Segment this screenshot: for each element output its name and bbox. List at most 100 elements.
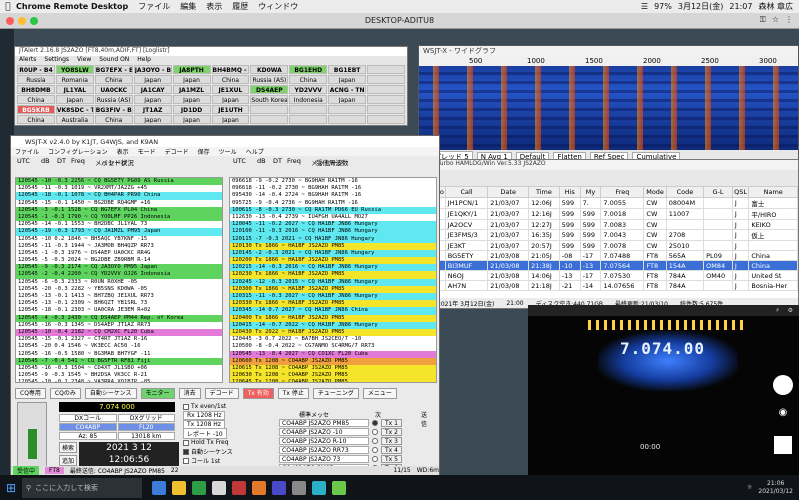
wsjtx-main-window[interactable]: WSJT-X v2.4.0 by K1JT, G4WJS, and K9AN フ… bbox=[10, 135, 440, 475]
log-row[interactable]: 8N6OJ21/03/0814:06J-13-177.07530FT8784AO… bbox=[433, 270, 798, 281]
tx-next-radio[interactable] bbox=[372, 428, 378, 435]
tx-even-option[interactable]: Tx even/1st bbox=[183, 402, 263, 411]
report-option[interactable]: レポート -10 bbox=[183, 428, 263, 439]
decode-line[interactable]: 120545 -2 -0.4 2200 ~ CQ YD2VVV OJ26 Ind… bbox=[16, 271, 222, 279]
wsjtx-menu-item[interactable]: デコード bbox=[165, 147, 189, 156]
decode-line[interactable]: 120545 -10 0.2 1846 ~ BH5AQC YB7KNF -15 bbox=[16, 236, 222, 243]
minimize-window-button[interactable] bbox=[18, 17, 26, 25]
wifi-icon[interactable]: ☰ bbox=[641, 2, 648, 11]
decode-line[interactable]: 120230 Tx 1866 ~ HA1BF JS2AZO PM85 bbox=[230, 271, 436, 279]
decode-line[interactable]: 120415 -14 -0.7 2022 ~ CQ HA1BF JN86 Hun… bbox=[230, 321, 436, 329]
decode-line[interactable]: 120545 -10 -0.3 2256 ~ CQ BG5ETY PG09 AS… bbox=[16, 178, 222, 186]
log-row[interactable]: 5JE3KT21/03/0720:57J5995997.0078CW25010J bbox=[433, 240, 798, 251]
log-column-header[interactable]: Time bbox=[528, 186, 560, 198]
log-column-header[interactable]: QSL bbox=[731, 186, 750, 198]
decode-line[interactable]: 120545 -6 -0.3 2333 ~ R0UN R0XHE -05 bbox=[16, 279, 222, 286]
rx-freq-option[interactable]: Rx 1208 Hz bbox=[183, 411, 263, 420]
menu-window[interactable]: ウィンドウ bbox=[258, 1, 298, 12]
callsign-cell[interactable]: JA8PTH bbox=[172, 65, 211, 74]
tx-next-radio[interactable] bbox=[372, 419, 378, 426]
wsjtx-menu-item[interactable]: コンフィグレーション bbox=[48, 147, 108, 156]
decode-line[interactable]: 120400 Tx 1866 ~ HA1BF JS2AZO PM85 bbox=[230, 314, 436, 322]
decode-line[interactable]: 120215 -14 -0.3 2016 ~ CQ HA1BF JN86 Hun… bbox=[230, 264, 436, 272]
wsjtx-menu-item[interactable]: ヘルプ bbox=[246, 147, 264, 156]
decode-line[interactable]: 112630 -13 -0.4 2739 ~ IU4FGH UA4ALL MO2… bbox=[230, 214, 436, 221]
record-button[interactable] bbox=[773, 375, 793, 395]
callsign-cell[interactable]: YO8SLW bbox=[55, 65, 94, 74]
log-column-header[interactable]: Code bbox=[665, 186, 705, 198]
decode-line[interactable]: 120245 -12 -0.3 2015 ~ CQ HA1BF JN86 Hun… bbox=[230, 278, 436, 286]
menu-view[interactable]: 表示 bbox=[206, 1, 222, 12]
lookup-button[interactable]: 検索 bbox=[59, 442, 78, 453]
callsign-cell[interactable]: BG1EBT bbox=[328, 65, 367, 74]
log-row[interactable]: 3JA2OCV21/03/0712:27J5995997.0083CWJKEIK… bbox=[433, 219, 798, 230]
menu-edit[interactable]: 編集 bbox=[180, 1, 196, 12]
decode-line[interactable]: 120545 -15 -0.1 1450 ~ BG2DBE RQ4GMF +16 bbox=[16, 200, 222, 207]
camera-window[interactable]: ⚡ ⚙ 7.074.00 00:00 ◉ bbox=[528, 305, 799, 475]
decode-button[interactable]: デコード bbox=[204, 387, 239, 399]
menu-file[interactable]: ファイル bbox=[138, 1, 170, 12]
taskbar-search[interactable]: ⚲ ここに入力して検索 bbox=[22, 477, 142, 498]
callsign-cell[interactable]: KD0WA bbox=[250, 65, 289, 74]
callsign-cell[interactable] bbox=[289, 105, 328, 114]
decode-line[interactable]: 120545 -14 -0.1 1553 ~ BH2DBC JL1YAL 73 bbox=[16, 221, 222, 228]
callsign-cell[interactable]: JA3OYO - B4 bbox=[133, 65, 172, 74]
app-icon[interactable] bbox=[292, 480, 306, 495]
decode-line[interactable]: 120545 -15 -0.1 2327 ~ CT4RT JT1AZ R-16 bbox=[16, 336, 222, 343]
callsign-cell[interactable]: JD1DD bbox=[172, 105, 211, 114]
add-button[interactable]: 追加 bbox=[59, 455, 78, 466]
log-column-header[interactable]: My bbox=[579, 186, 602, 198]
file-explorer-icon[interactable] bbox=[172, 480, 186, 495]
callsign-cell[interactable]: BG7EFX - B4 bbox=[94, 65, 133, 74]
callsign-cell[interactable]: BG1EHD bbox=[289, 65, 328, 74]
app-icon[interactable] bbox=[272, 480, 286, 495]
decode-line[interactable]: 120545 -20 -0.3 2282 ~ YB5SNS KD0WA -05 bbox=[16, 286, 222, 293]
decode-line[interactable]: 120545 -13 -0.1 2309 ~ BH6QZT YB1SRL 73 bbox=[16, 300, 222, 307]
decode-line[interactable]: 120545 -13 -0.1 1413 ~ BH7ZBQ JE1XUL RR7… bbox=[16, 293, 222, 300]
tx-message-field[interactable]: CO4ABP JS2AZO R-10 bbox=[279, 436, 369, 445]
tx-next-radio[interactable] bbox=[372, 437, 378, 444]
windows-start-icon[interactable]: ⊞ bbox=[0, 475, 22, 500]
decode-line[interactable]: 120315 -11 -0.3 2027 ~ CQ HA1BF JN86 Hun… bbox=[230, 293, 436, 301]
tune-button[interactable]: チューニング bbox=[312, 387, 359, 399]
waterfall-display[interactable] bbox=[419, 66, 798, 150]
callsign-cell[interactable]: JL1YAL bbox=[55, 85, 94, 94]
user-status[interactable]: 森林 章広 bbox=[758, 1, 793, 12]
taskbar-clock[interactable]: 21:06 2021/03/12 bbox=[758, 480, 793, 496]
log-column-header[interactable]: Date bbox=[487, 186, 530, 198]
jtalert-window[interactable]: JTAlert 2.16.8 JS2AZO [FT8,40m,ADIF,FT] … bbox=[14, 46, 408, 126]
battery-status[interactable]: 97% bbox=[654, 2, 672, 11]
tx-message-field[interactable]: CO4ABP JS2AZO PM85 bbox=[279, 418, 369, 427]
decode-line[interactable]: 120545 -7 -0.4 541 ~ CQ BG5FTR RF81 Fiji bbox=[16, 357, 222, 365]
callsign-cell[interactable] bbox=[367, 85, 405, 94]
callsign-cell[interactable]: BH4BMQ - B4 bbox=[211, 65, 250, 74]
tx-now-button[interactable]: Tx 4 bbox=[381, 445, 402, 454]
more-icon[interactable]: ⋮ bbox=[785, 15, 793, 25]
decode-line[interactable]: 120545 -16 -0.3 1504 ~ CD4XT JL1SBO +06 bbox=[16, 365, 222, 372]
band-activity-panel[interactable]: 120545 -10 -0.3 2256 ~ CQ BG5ETY PG09 AS… bbox=[15, 177, 223, 383]
decode-line[interactable]: 120130 Tx 1866 ~ HA1BF JS2AZO PM85 bbox=[230, 242, 436, 250]
edge-icon[interactable] bbox=[192, 480, 206, 495]
tx-now-button[interactable]: Tx 5 bbox=[381, 454, 402, 463]
tx-next-radio[interactable] bbox=[372, 446, 378, 453]
callsign-cell[interactable] bbox=[328, 105, 367, 114]
waterfall-window[interactable]: WSJT-X - ワイドグラフ 500 1000 1500 2000 2500 … bbox=[418, 45, 799, 163]
decode-line[interactable]: 120100 -11 -0.3 2016 ~ CQ HA1BF JN86 Hun… bbox=[230, 228, 436, 236]
halt-tx-button[interactable]: Tx 停止 bbox=[277, 387, 309, 399]
decode-line[interactable]: 120600 Tx 1208 ~ CO4ABP JS2AZO PM85 bbox=[230, 357, 436, 365]
callsign-cell[interactable]: ACNG - TN bbox=[328, 85, 367, 94]
app-menu[interactable]: Chrome Remote Desktop bbox=[16, 2, 128, 11]
log-column-header[interactable]: Call bbox=[444, 186, 489, 198]
decode-line[interactable]: 120545 -11 -0.3 1019 ~ VR2XMT/JA2ZG +45 bbox=[16, 185, 222, 192]
wsjtx-menu-item[interactable]: モード bbox=[138, 147, 156, 156]
callsign-cell[interactable]: DS4AEP bbox=[250, 85, 289, 94]
log-column-header[interactable]: His bbox=[558, 186, 581, 198]
decode-line[interactable]: 120545 -4 -0.3 2430 ~ CQ DS4AEP PM44 Rep… bbox=[16, 314, 222, 322]
enable-tx-button[interactable]: Tx 有効 bbox=[242, 387, 274, 399]
decode-line[interactable]: 120545 -18 -0.1 1078 ~ CQ BH4PAR PR90 Ch… bbox=[16, 192, 222, 200]
settings-icon[interactable]: ⚙ bbox=[788, 307, 793, 314]
decode-line[interactable]: 120545 -9 -0.3 2174 ~ CQ JA3OYO PM95 Jap… bbox=[16, 264, 222, 272]
decode-line[interactable]: 120545 -1 -0.3 1790 ~ CQ YO0LMF PP26 Ind… bbox=[16, 213, 222, 222]
callsign-cell[interactable]: JE1UTH bbox=[211, 105, 250, 114]
decode-line[interactable]: 120545 -3 -0.1 1528 ~ CQ BG7EFX PL04 Chi… bbox=[16, 206, 222, 214]
